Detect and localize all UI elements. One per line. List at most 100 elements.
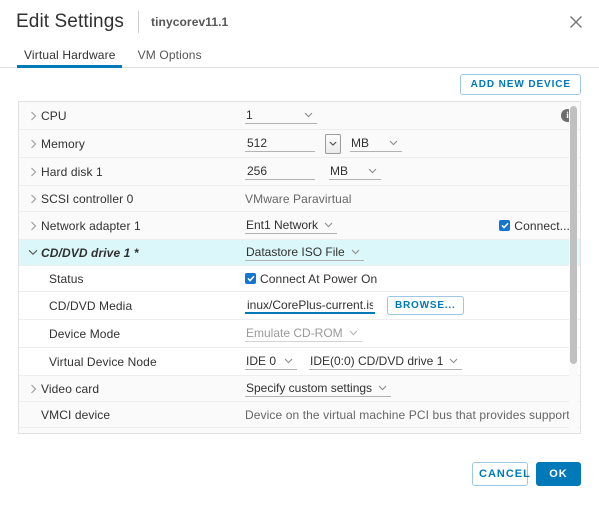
- chevron-down-icon: [449, 358, 458, 364]
- page-title: Edit Settings: [16, 11, 124, 32]
- chevron-down-icon: [389, 140, 398, 146]
- cpu-label-cell: CPU: [19, 109, 245, 123]
- close-button[interactable]: [565, 11, 587, 33]
- table-row-scsi-controller[interactable]: SCSI controller 0 VMware Paravirtual: [19, 186, 580, 212]
- table-row-network-adapter[interactable]: Network adapter 1 Ent1 Network Connect..…: [19, 212, 580, 240]
- add-new-device-button[interactable]: ADD NEW DEVICE: [459, 74, 581, 95]
- device-mode-label: Device Mode: [49, 326, 121, 341]
- tab-bar: Virtual Hardware VM Options: [0, 44, 599, 68]
- vmci-device-label-cell: VMCI device: [19, 408, 245, 422]
- tab-virtual-hardware[interactable]: Virtual Hardware: [14, 48, 128, 68]
- edit-settings-dialog: Edit Settings tinycorev11.1 Virtual Hard…: [0, 0, 599, 513]
- vmci-device-value-cell: Device on the virtual machine PCI bus th…: [245, 408, 580, 422]
- virtual-device-node-bus-value: IDE 0: [246, 354, 277, 368]
- video-card-value: Specify custom settings: [246, 381, 373, 395]
- video-card-label-cell: Video card: [19, 382, 245, 396]
- cpu-value-cell: 1 i: [245, 107, 580, 124]
- cddvd-drive-label-cell: CD/DVD drive 1 *: [19, 246, 245, 260]
- close-icon: [570, 16, 582, 28]
- vm-name-label: tinycorev11.1: [150, 15, 229, 29]
- virtual-device-node-label: Virtual Device Node: [49, 354, 157, 369]
- chevron-down-icon: [368, 168, 377, 174]
- virtual-device-node-label-cell: Virtual Device Node: [19, 355, 245, 369]
- virtual-device-node-value-cell: IDE 0 IDE(0:0) CD/DVD drive 1: [245, 353, 580, 370]
- device-list-scrollbar-thumb[interactable]: [570, 106, 577, 364]
- table-row-cpu[interactable]: CPU 1 i: [19, 102, 580, 130]
- scsi-controller-value: VMware Paravirtual: [245, 191, 352, 206]
- virtual-device-node-select[interactable]: IDE(0:0) CD/DVD drive 1: [309, 353, 463, 370]
- network-adapter-value-cell: Ent1 Network Connect...: [245, 217, 580, 234]
- cancel-button[interactable]: CANCEL: [472, 461, 530, 486]
- cddvd-drive-value-cell: Datastore ISO File: [245, 244, 580, 261]
- network-adapter-select[interactable]: Ent1 Network: [245, 217, 338, 234]
- connect-at-power-on-checkbox[interactable]: Connect At Power On: [245, 272, 377, 286]
- tab-vm-options[interactable]: VM Options: [128, 48, 214, 67]
- cpu-label: CPU: [41, 108, 67, 123]
- chevron-down-icon: [378, 385, 387, 391]
- memory-label-cell: Memory: [19, 137, 245, 151]
- title-divider: [137, 11, 139, 33]
- table-row-vmci-device[interactable]: VMCI device Device on the virtual machin…: [19, 402, 580, 428]
- cddvd-drive-label: CD/DVD drive 1 *: [41, 245, 139, 260]
- hard-disk-label: Hard disk 1: [41, 164, 103, 179]
- browse-button[interactable]: BROWSE...: [387, 296, 464, 315]
- table-row-video-card[interactable]: Video card Specify custom settings: [19, 376, 580, 402]
- chevron-down-icon: [349, 330, 358, 336]
- table-row-filler: [19, 428, 580, 433]
- network-adapter-label-cell: Network adapter 1: [19, 219, 245, 233]
- ok-button[interactable]: OK: [536, 461, 581, 486]
- vmci-device-value: Device on the virtual machine PCI bus th…: [245, 407, 574, 422]
- chevron-right-icon[interactable]: [25, 167, 41, 177]
- chevron-right-icon[interactable]: [25, 194, 41, 204]
- checkbox-checked-icon: [499, 220, 511, 231]
- tab-virtual-hardware-label: Virtual Hardware: [24, 48, 116, 62]
- connect-at-power-on-label: Connect At Power On: [260, 271, 378, 286]
- memory-unit-select[interactable]: MB: [350, 135, 402, 152]
- chevron-right-icon[interactable]: [25, 384, 41, 394]
- tab-vm-options-label: VM Options: [137, 48, 202, 62]
- chevron-right-icon[interactable]: [25, 139, 41, 149]
- chevron-down-icon[interactable]: [25, 249, 41, 256]
- hard-disk-label-cell: Hard disk 1: [19, 165, 245, 179]
- table-row-device-mode[interactable]: Device Mode Emulate CD-ROM: [19, 320, 580, 348]
- chevron-down-icon: [324, 222, 333, 228]
- virtual-device-node-value: IDE(0:0) CD/DVD drive 1: [310, 354, 444, 368]
- memory-label: Memory: [41, 136, 85, 151]
- scsi-controller-value-cell: VMware Paravirtual: [245, 192, 580, 206]
- hard-disk-size-input[interactable]: [245, 163, 315, 180]
- device-mode-select[interactable]: Emulate CD-ROM: [245, 325, 362, 342]
- virtual-device-node-bus-select[interactable]: IDE 0: [245, 353, 297, 370]
- device-toolbar: ADD NEW DEVICE: [0, 68, 599, 101]
- network-adapter-connect-label: Connect...: [514, 218, 570, 233]
- device-list-scrollbar[interactable]: [569, 104, 578, 431]
- status-label-cell: Status: [19, 272, 245, 286]
- cpu-count-select[interactable]: 1: [245, 107, 317, 124]
- memory-spinner-button[interactable]: [325, 133, 341, 154]
- hard-disk-value-cell: MB: [245, 163, 580, 180]
- network-adapter-connect-checkbox[interactable]: Connect...: [499, 219, 570, 233]
- table-row-memory[interactable]: Memory MB: [19, 130, 580, 158]
- memory-size-input[interactable]: [245, 135, 315, 152]
- device-mode-label-cell: Device Mode: [19, 327, 245, 341]
- video-card-value-cell: Specify custom settings: [245, 380, 580, 397]
- checkbox-checked-icon: [245, 273, 256, 284]
- network-adapter-value: Ent1 Network: [246, 218, 319, 232]
- memory-unit-value: MB: [351, 136, 369, 150]
- table-row-cddvd-media[interactable]: CD/DVD Media BROWSE...: [19, 292, 580, 320]
- cddvd-drive-type-select[interactable]: Datastore ISO File: [245, 244, 364, 261]
- cddvd-media-label-cell: CD/DVD Media: [19, 299, 245, 313]
- hard-disk-unit-select[interactable]: MB: [329, 163, 381, 180]
- cddvd-media-label: CD/DVD Media: [49, 298, 133, 313]
- chevron-down-icon: [284, 358, 293, 364]
- cddvd-media-path-input[interactable]: [245, 297, 375, 314]
- table-row-status[interactable]: Status Connect At Power On: [19, 266, 580, 292]
- table-row-virtual-device-node[interactable]: Virtual Device Node IDE 0 IDE(0:0) CD/DV…: [19, 348, 580, 376]
- video-card-label: Video card: [41, 381, 100, 396]
- chevron-right-icon[interactable]: [25, 221, 41, 231]
- table-row-cddvd-drive[interactable]: CD/DVD drive 1 * Datastore ISO File: [19, 240, 580, 266]
- video-card-select[interactable]: Specify custom settings: [245, 380, 392, 397]
- vmci-device-label: VMCI device: [41, 407, 111, 422]
- table-row-hard-disk[interactable]: Hard disk 1 MB: [19, 158, 580, 186]
- device-list-scroll-area: CPU 1 i Memory 512 MB Hard disk 1 256 MB…: [19, 102, 580, 433]
- chevron-right-icon[interactable]: [25, 111, 41, 121]
